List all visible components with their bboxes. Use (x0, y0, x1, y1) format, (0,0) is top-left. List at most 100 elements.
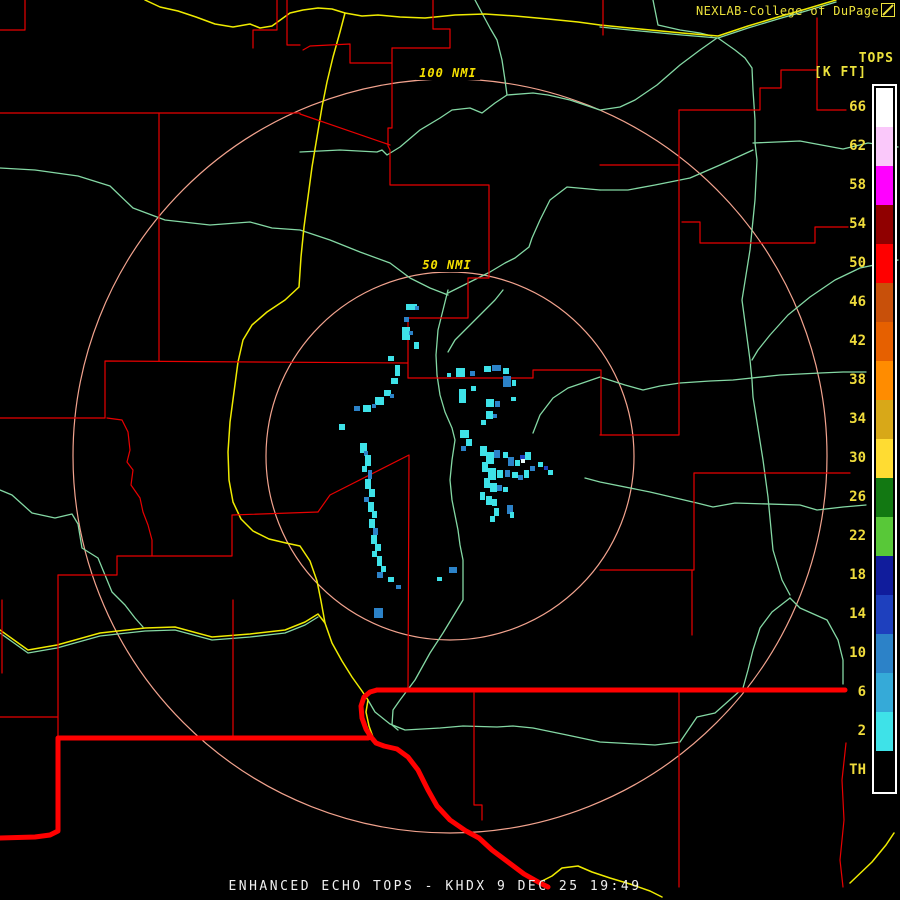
county-line (116, 511, 319, 557)
range-ring (72, 78, 828, 834)
county-line (0, 360, 409, 419)
scale-label: 50 (849, 255, 866, 271)
echo-cell (404, 317, 409, 322)
river-line (599, 149, 754, 191)
scale-segment-22 (876, 517, 893, 556)
echo-cell (339, 424, 345, 430)
state-border-line (55, 734, 374, 741)
echo-cell (456, 368, 465, 377)
echo-cell (396, 585, 401, 589)
scale-label: 6 (857, 684, 866, 700)
echo-cell (369, 519, 375, 528)
river-line (367, 597, 791, 746)
county-line (106, 417, 153, 557)
echo-cell (466, 439, 472, 446)
echo-cell (484, 366, 491, 372)
echo-cell (381, 566, 386, 572)
echo-cell (494, 450, 500, 458)
range-ring-label-50nmi: 50 NMI (419, 258, 475, 272)
river-line (447, 289, 504, 353)
cod-logo-icon (881, 3, 895, 17)
scale-label: 42 (849, 333, 866, 349)
echo-cell (492, 365, 501, 371)
echo-cell (409, 331, 413, 335)
echo-cell (525, 452, 531, 460)
echo-cell (508, 457, 514, 466)
echo-cell (471, 386, 476, 391)
echo-cell (354, 406, 360, 411)
echo-cell (490, 483, 497, 492)
river-line (0, 167, 449, 296)
scale-segment-26 (876, 478, 893, 517)
range-ring (265, 271, 635, 641)
echo-cell (486, 399, 494, 407)
echo-cell (470, 371, 475, 376)
echo-cell (388, 577, 394, 582)
county-line (317, 454, 410, 691)
echo-cell (374, 608, 383, 618)
scale-segment-TH (876, 751, 893, 790)
product-caption: ENHANCED ECHO TOPS - KHDX 9 DEC 25 19:49 (228, 879, 642, 894)
echo-cell (492, 499, 497, 506)
scale-label: 26 (849, 489, 866, 505)
highway-line (0, 613, 326, 651)
county-line (302, 43, 393, 64)
echo-cell (384, 390, 391, 396)
echo-cell (530, 466, 535, 471)
scale-segment-6 (876, 673, 893, 712)
echo-cell (503, 487, 508, 492)
scale-label: 2 (857, 723, 866, 739)
echo-cell (503, 452, 508, 458)
echo-cell (480, 446, 487, 456)
county-line (391, 0, 451, 49)
echo-cell (482, 462, 488, 472)
scale-label: 10 (849, 645, 866, 661)
echo-cell (377, 556, 382, 566)
scale-label: 34 (849, 411, 866, 427)
echo-cell (364, 497, 369, 502)
scale-segment-46 (876, 283, 893, 322)
scale-label: TH (849, 762, 866, 778)
echo-cell (459, 389, 466, 403)
echo-cell (515, 460, 520, 466)
echo-cell (512, 472, 518, 478)
county-line (473, 692, 483, 821)
echo-cell (495, 401, 500, 407)
scale-segment-10 (876, 634, 893, 673)
echo-cell (375, 397, 384, 405)
echo-cell (365, 479, 371, 489)
highway-line (849, 832, 895, 884)
echo-cell (390, 394, 394, 398)
scale-segment-62 (876, 127, 893, 166)
highway-line (227, 12, 663, 898)
echo-cell (538, 462, 543, 467)
echo-cell (447, 373, 451, 377)
echo-cell (363, 405, 371, 412)
scale-segment-54 (876, 205, 893, 244)
echo-cell (461, 446, 466, 451)
radar-display: NEXLAB-College of DuPage TOPS [K FT] 66 6… (0, 0, 900, 900)
echo-cell (391, 378, 398, 384)
state-border-line (358, 687, 551, 890)
scale-label: 14 (849, 606, 866, 622)
echo-cell (493, 414, 497, 418)
echo-cell (503, 368, 509, 374)
river-line (447, 186, 601, 294)
echo-cell (372, 551, 377, 557)
scale-segment-14 (876, 595, 893, 634)
scale-label: 54 (849, 216, 866, 232)
scale-segment-42 (876, 322, 893, 361)
scale-segment-30 (876, 439, 893, 478)
echo-cell (521, 459, 525, 463)
echo-cell (480, 492, 485, 500)
scale-segment-18 (876, 556, 893, 595)
echo-cell (368, 502, 374, 512)
echo-cell (362, 466, 367, 472)
echo-cell (490, 516, 495, 522)
river-line (717, 37, 791, 596)
river-line (391, 289, 464, 731)
scale-label: 62 (849, 138, 866, 154)
county-line (286, 0, 301, 46)
scale-label: 38 (849, 372, 866, 388)
echo-cell (512, 380, 516, 386)
